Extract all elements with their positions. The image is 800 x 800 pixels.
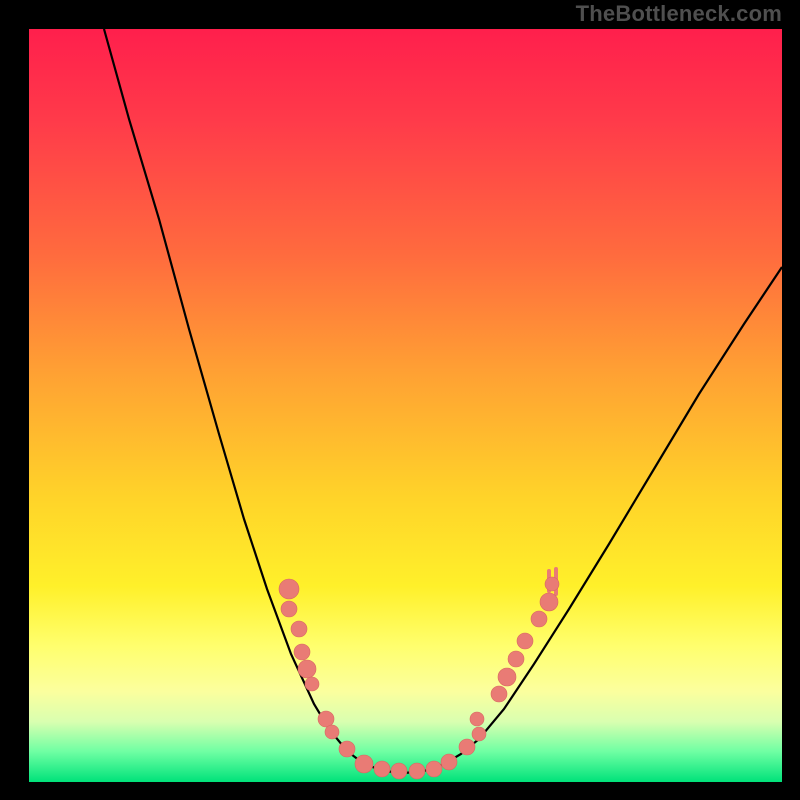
data-point: [325, 725, 339, 739]
data-point: [491, 686, 507, 702]
data-point: [517, 633, 533, 649]
data-point: [298, 660, 316, 678]
data-point: [545, 577, 559, 591]
data-point: [472, 727, 486, 741]
data-point: [426, 761, 442, 777]
data-point: [498, 668, 516, 686]
chart-svg: [29, 29, 782, 782]
data-point: [508, 651, 524, 667]
data-point: [531, 611, 547, 627]
bottleneck-curve: [104, 29, 782, 773]
data-point: [391, 763, 407, 779]
data-point: [294, 644, 310, 660]
data-point: [459, 739, 475, 755]
data-point: [281, 601, 297, 617]
chart-frame: TheBottleneck.com: [0, 0, 800, 800]
data-point: [409, 763, 425, 779]
data-point: [291, 621, 307, 637]
data-point: [374, 761, 390, 777]
data-point: [470, 712, 484, 726]
data-point: [279, 579, 299, 599]
data-point: [339, 741, 355, 757]
data-point: [318, 711, 334, 727]
scatter-dots: [279, 577, 559, 779]
data-point: [355, 755, 373, 773]
plot-area: [29, 29, 782, 782]
data-point: [540, 593, 558, 611]
watermark-text: TheBottleneck.com: [576, 1, 782, 27]
data-point: [441, 754, 457, 770]
data-point: [305, 677, 319, 691]
